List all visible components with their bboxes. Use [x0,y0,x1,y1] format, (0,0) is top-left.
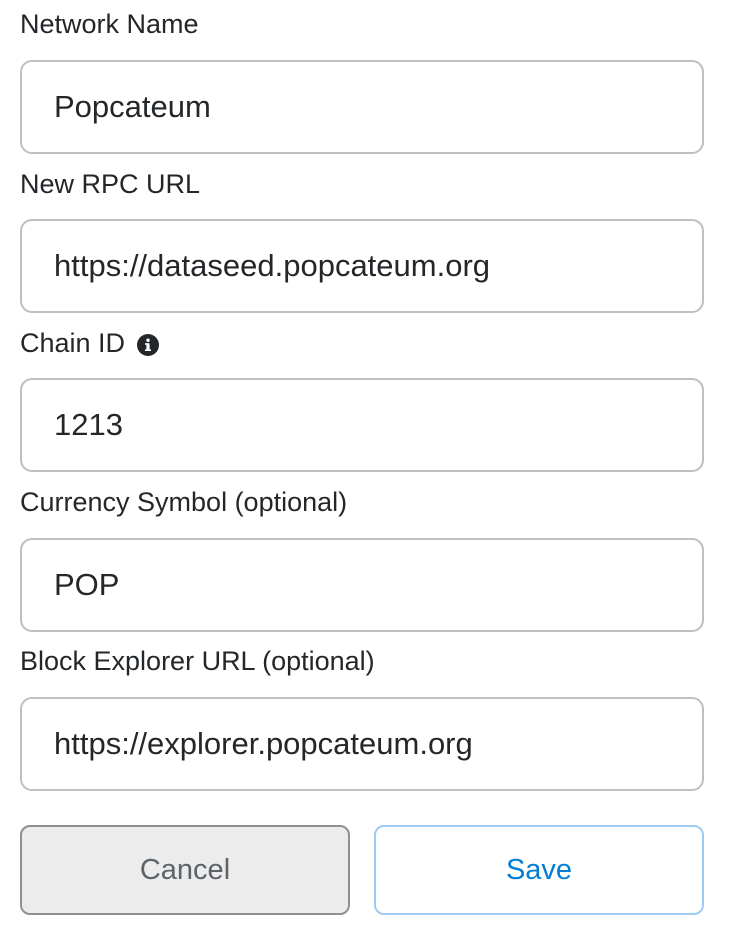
network-name-label: Network Name [20,8,199,40]
rpc-url-label-text: New RPC URL [20,169,201,199]
rpc-url-input[interactable] [20,219,704,313]
block-explorer-url-label: Block Explorer URL (optional) [20,645,375,677]
save-button[interactable]: Save [374,825,704,915]
currency-symbol-label: Currency Symbol (optional) [20,486,347,518]
network-name-input[interactable] [20,60,704,154]
currency-symbol-label-text: Currency Symbol (optional) [20,487,348,517]
cancel-button[interactable]: Cancel [20,825,350,915]
info-circle-icon[interactable] [137,331,160,356]
block-explorer-url-input[interactable] [20,697,704,791]
chain-id-label-text: Chain ID [20,328,126,358]
network-name-label-text: Network Name [20,9,199,39]
chain-id-input[interactable] [20,378,704,472]
rpc-url-label: New RPC URL [20,168,200,200]
chain-id-label: Chain ID [20,327,160,359]
block-explorer-url-label-text: Block Explorer URL (optional) [20,646,375,676]
currency-symbol-input[interactable] [20,538,704,632]
